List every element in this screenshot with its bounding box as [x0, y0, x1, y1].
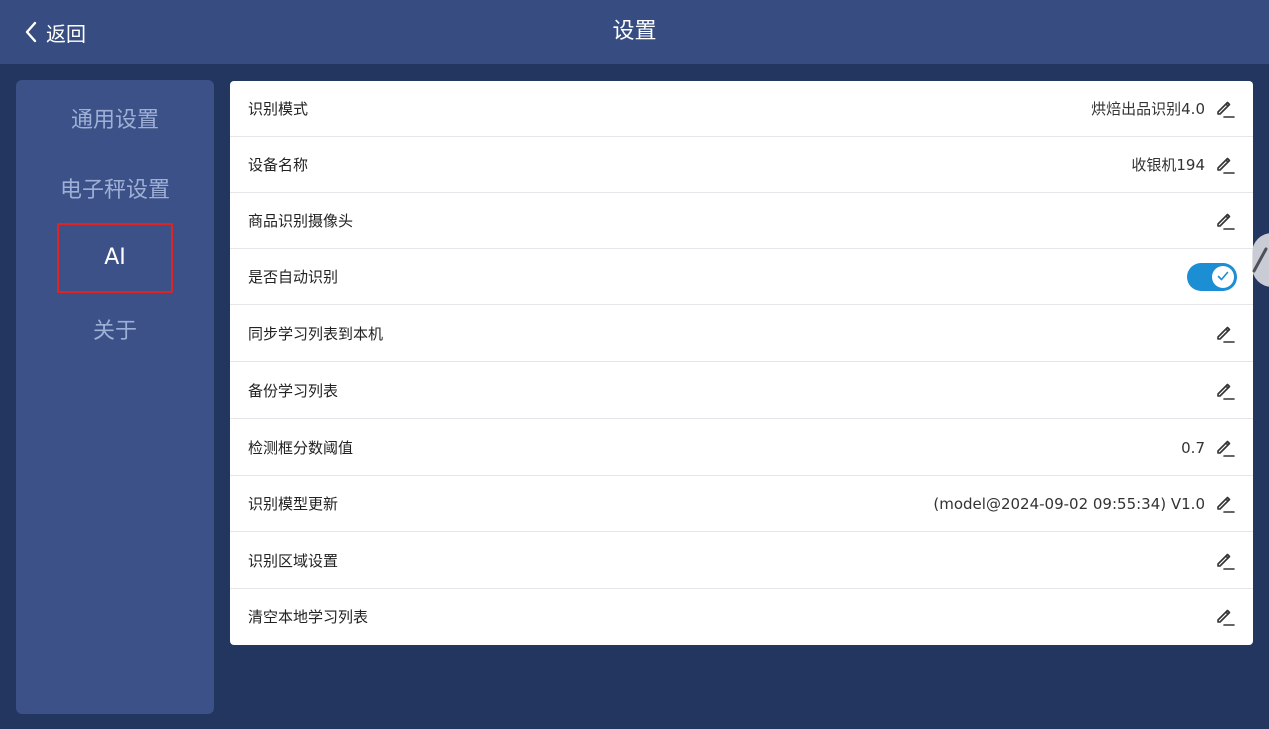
check-icon [1216, 268, 1230, 287]
setting-label: 同步学习列表到本机 [248, 325, 384, 343]
pencil-icon[interactable] [1215, 551, 1235, 571]
pencil-icon[interactable] [1215, 211, 1235, 231]
auto-recognize-toggle[interactable] [1187, 263, 1237, 291]
setting-value: 烘焙出品识别4.0 [1091, 100, 1205, 118]
floating-edge-handle[interactable] [1252, 233, 1269, 287]
pencil-icon[interactable] [1215, 438, 1235, 458]
pencil-icon[interactable] [1215, 99, 1235, 119]
setting-label: 备份学习列表 [248, 382, 339, 400]
sidebar-item-label: 关于 [92, 319, 137, 344]
setting-value: 0.7 [1181, 439, 1205, 457]
active-highlight-box [57, 223, 173, 293]
sidebar-item-ai[interactable]: AI [16, 223, 214, 293]
pencil-icon[interactable] [1215, 381, 1235, 401]
setting-value: (model@2024-09-02 09:55:34) V1.0 [933, 495, 1205, 513]
setting-row-device-name[interactable]: 设备名称 收银机194 [230, 137, 1253, 193]
setting-label: 是否自动识别 [248, 268, 339, 286]
setting-row-clear-list[interactable]: 清空本地学习列表 [230, 589, 1253, 645]
sidebar-item-general[interactable]: 通用设置 [16, 93, 214, 149]
setting-label: 识别模式 [248, 100, 309, 118]
setting-row-auto-recognize: 是否自动识别 [230, 249, 1253, 305]
setting-label: 识别模型更新 [248, 495, 339, 513]
settings-panel: 识别模式 烘焙出品识别4.0 设备名称 收银机194 商品识别摄像头 是否自动识… [230, 81, 1253, 645]
pencil-icon[interactable] [1215, 494, 1235, 514]
pencil-icon[interactable] [1215, 324, 1235, 344]
pencil-icon[interactable] [1215, 607, 1235, 627]
setting-label: 识别区域设置 [248, 552, 339, 570]
setting-label: 商品识别摄像头 [248, 212, 354, 230]
setting-row-camera[interactable]: 商品识别摄像头 [230, 193, 1253, 249]
sidebar-item-label: 电子秤设置 [59, 178, 170, 203]
settings-sidebar: 通用设置 电子秤设置 AI 关于 [16, 80, 214, 714]
setting-label: 设备名称 [248, 156, 309, 174]
pencil-icon[interactable] [1215, 155, 1235, 175]
setting-row-region[interactable]: 识别区域设置 [230, 533, 1253, 589]
setting-row-sync-list[interactable]: 同步学习列表到本机 [230, 306, 1253, 362]
sidebar-item-scale[interactable]: 电子秤设置 [16, 163, 214, 219]
top-bar: 返回 设置 [0, 0, 1269, 64]
setting-row-score-threshold[interactable]: 检测框分数阈值 0.7 [230, 420, 1253, 476]
toggle-knob [1212, 266, 1234, 288]
setting-row-recognition-mode[interactable]: 识别模式 烘焙出品识别4.0 [230, 81, 1253, 137]
sidebar-item-label: 通用设置 [70, 108, 159, 133]
setting-value: 收银机194 [1131, 156, 1205, 174]
setting-row-model-update[interactable]: 识别模型更新 (model@2024-09-02 09:55:34) V1.0 [230, 476, 1253, 532]
setting-row-backup-list[interactable]: 备份学习列表 [230, 363, 1253, 419]
setting-label: 检测框分数阈值 [248, 439, 354, 457]
sidebar-item-about[interactable]: 关于 [16, 304, 214, 360]
page-title: 设置 [612, 19, 657, 44]
setting-label: 清空本地学习列表 [248, 608, 369, 626]
